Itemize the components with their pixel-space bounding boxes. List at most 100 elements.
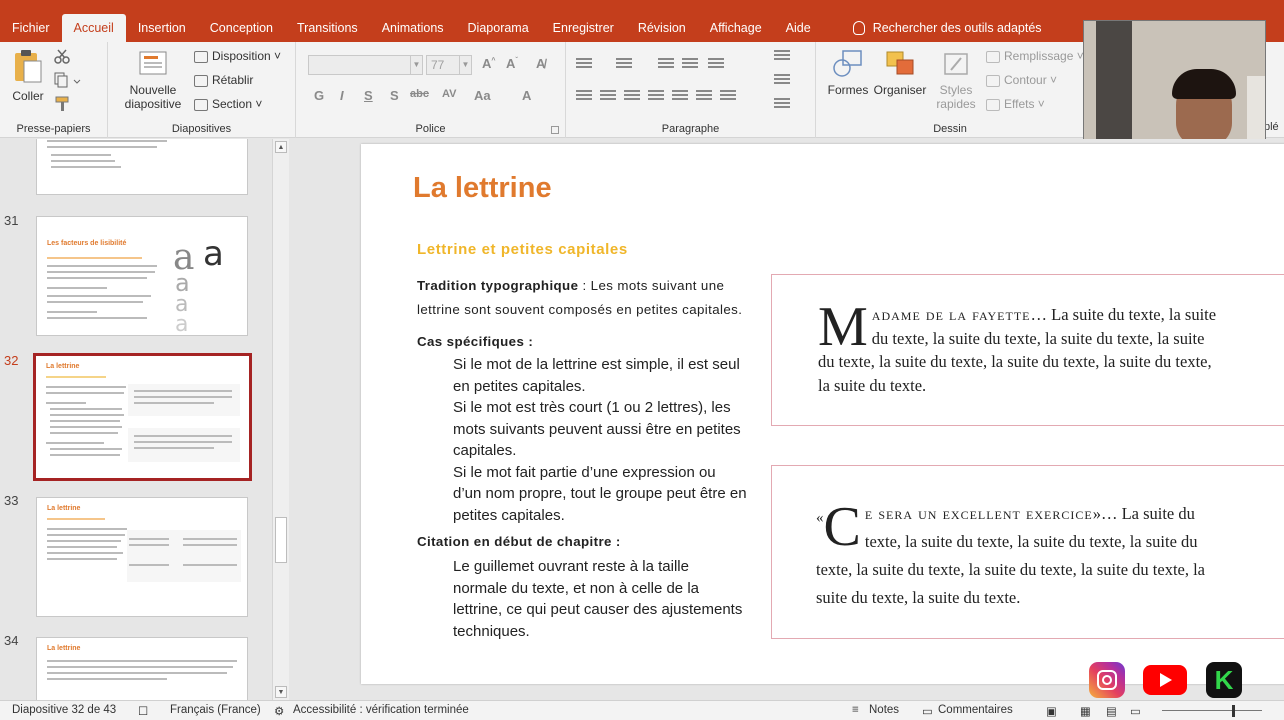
shape-fill-button[interactable]: Remplissage ˅ — [986, 49, 1084, 63]
reset-button[interactable]: Rétablir — [194, 73, 253, 87]
reading-view-icon[interactable]: ▤ — [1106, 704, 1117, 718]
thumb-text-line — [129, 564, 169, 566]
bullets-icon[interactable] — [576, 58, 592, 70]
grow-font-icon[interactable]: A^ — [482, 56, 495, 71]
scroll-down-icon[interactable]: ▼ — [275, 686, 287, 698]
line-spacing-icon[interactable] — [708, 58, 724, 70]
slide-body-text[interactable]: Tradition typographique : Les mots suiva… — [417, 274, 747, 642]
scroll-up-icon[interactable]: ▲ — [275, 141, 287, 153]
overflow-group-label: plé — [1264, 121, 1279, 133]
dropcap-example-box-1[interactable]: Madame de la fayette… La suite du texte,… — [771, 274, 1284, 426]
tab-insertion[interactable]: Insertion — [126, 14, 198, 42]
notes-button[interactable]: Notes — [869, 704, 899, 716]
tab-transitions[interactable]: Transitions — [285, 14, 370, 42]
align-right-icon[interactable] — [624, 90, 640, 102]
slide-title[interactable]: La lettrine — [413, 172, 552, 205]
thumb-text-line — [46, 442, 104, 444]
shadow-button[interactable]: S — [390, 88, 399, 103]
normal-view-icon[interactable]: ▣ — [1046, 704, 1057, 718]
underline-button[interactable]: S — [364, 88, 373, 103]
copy-icon[interactable] — [54, 72, 82, 88]
strikethrough-button[interactable]: abc — [410, 88, 429, 100]
comments-icon[interactable]: ▭ — [922, 704, 933, 718]
slide-subtitle[interactable]: Lettrine et petites capitales — [417, 241, 628, 258]
numbering-icon[interactable] — [616, 58, 632, 70]
slide-thumbnail-30[interactable] — [36, 139, 248, 195]
smartart-icon[interactable] — [774, 98, 790, 110]
tab-aide[interactable]: Aide — [774, 14, 823, 42]
dropcap-example-box-2[interactable]: «Ce sera un excellent exercice»… La suit… — [771, 465, 1284, 639]
thumb-text-line — [47, 678, 167, 680]
font-size-combo[interactable]: 77 ▼ — [426, 55, 472, 75]
text-direction-icon[interactable] — [774, 50, 790, 62]
slide-thumbnail-34[interactable]: La lettrine — [36, 637, 248, 700]
clear-formatting-icon[interactable]: A̸ — [536, 56, 545, 71]
italic-button[interactable]: I — [340, 88, 344, 103]
tab-affichage[interactable]: Affichage — [698, 14, 774, 42]
accessibility-status[interactable]: Accessibilité : vérification terminée — [293, 704, 469, 716]
spelling-check-icon[interactable]: ☐ — [138, 704, 148, 718]
shapes-label: Formes — [827, 83, 869, 97]
align-center-icon[interactable] — [600, 90, 616, 102]
change-case-button[interactable]: Aa — [474, 88, 491, 103]
layout-button[interactable]: Disposition ˅ — [194, 49, 281, 63]
section-button[interactable]: Section ˅ — [194, 97, 262, 111]
slide-thumbnail-33[interactable]: La lettrine — [36, 497, 248, 617]
character-spacing-button[interactable]: AV — [442, 88, 456, 100]
font-name-combo[interactable]: ▼ — [308, 55, 423, 75]
align-left-icon[interactable] — [576, 90, 592, 102]
slide-thumbnail-32[interactable]: La lettrine — [33, 353, 252, 481]
slide-thumbnail-31[interactable]: Les facteurs de lisibilité a a a a a — [36, 216, 248, 336]
ltr-icon[interactable] — [720, 90, 736, 102]
justify-icon[interactable] — [648, 90, 664, 102]
rtl-icon[interactable] — [696, 90, 712, 102]
tab-enregistrer[interactable]: Enregistrer — [541, 14, 626, 42]
language-indicator[interactable]: Français (France) — [170, 704, 261, 716]
increase-indent-icon[interactable] — [682, 58, 698, 70]
slide-canvas[interactable]: La lettrine Lettrine et petites capitale… — [361, 144, 1284, 684]
slide-position-indicator[interactable]: Diapositive 32 de 43 — [12, 704, 116, 716]
drawing-group-label: Dessin — [933, 123, 967, 135]
thumbnail-scrollbar[interactable]: ▲ ▼ — [272, 139, 289, 700]
thumb-text-line — [47, 277, 147, 279]
slide-sorter-icon[interactable]: ▦ — [1080, 704, 1091, 718]
font-color-button[interactable]: A — [522, 88, 531, 103]
scissors-icon[interactable] — [54, 48, 70, 64]
arrange-button[interactable]: Organiser — [872, 48, 928, 97]
shapes-button[interactable]: Formes — [826, 48, 870, 97]
new-slide-button[interactable]: Nouvelle diapositive — [116, 48, 190, 111]
effects-icon — [986, 98, 1000, 111]
tab-diaporama[interactable]: Diaporama — [456, 14, 541, 42]
comments-button[interactable]: Commentaires — [938, 704, 1013, 716]
accessibility-icon[interactable]: ⚙ — [274, 704, 284, 718]
format-painter-icon[interactable] — [54, 96, 72, 112]
bold-button[interactable]: G — [314, 88, 324, 103]
window-title-strip — [0, 0, 1284, 12]
example-2-smallcaps: e sera un excellent exercice — [864, 504, 1093, 523]
tell-me-search[interactable]: Rechercher des outils adaptés — [841, 14, 1054, 42]
scrollbar-thumb[interactable] — [275, 517, 287, 563]
tab-fichier[interactable]: Fichier — [0, 14, 62, 42]
font-dialog-launcher-icon[interactable] — [551, 126, 559, 134]
quick-styles-button[interactable]: Styles rapides — [930, 48, 982, 111]
tab-animations[interactable]: Animations — [370, 14, 456, 42]
new-slide-label-2: diapositive — [124, 97, 182, 111]
citation-heading: Citation en début de chapitre : — [417, 534, 621, 549]
example-2-text: «Ce sera un excellent exercice»… La suit… — [816, 499, 1228, 612]
shape-outline-button[interactable]: Contour ˅ — [986, 73, 1057, 87]
quick-styles-label-1: Styles — [939, 83, 973, 97]
tab-accueil[interactable]: Accueil — [61, 14, 126, 42]
notes-icon[interactable]: ≡ — [852, 704, 859, 716]
tab-conception[interactable]: Conception — [198, 14, 285, 42]
columns-icon[interactable] — [672, 90, 688, 102]
tab-revision[interactable]: Révision — [626, 14, 698, 42]
paste-button[interactable]: Coller — [10, 48, 46, 118]
zoom-slider-track[interactable] — [1162, 710, 1262, 711]
zoom-slider-handle[interactable] — [1232, 705, 1235, 717]
paste-label: Coller — [12, 89, 44, 103]
slideshow-view-icon[interactable]: ▭ — [1130, 704, 1141, 718]
shrink-font-icon[interactable]: Aˇ — [506, 56, 518, 71]
align-text-icon[interactable] — [774, 74, 790, 86]
shape-effects-button[interactable]: Effets ˅ — [986, 97, 1045, 111]
decrease-indent-icon[interactable] — [658, 58, 674, 70]
